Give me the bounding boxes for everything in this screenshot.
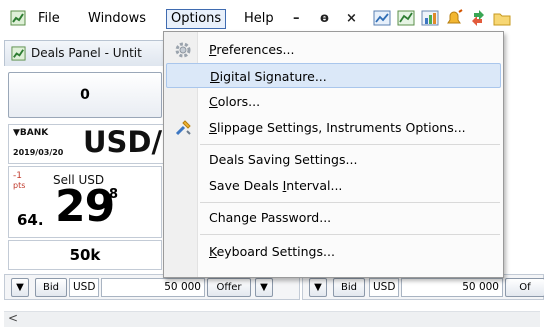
menu-windows[interactable]: Windows bbox=[84, 9, 150, 29]
menu-options[interactable]: Options bbox=[166, 9, 227, 29]
instrument-symbol: USD/ bbox=[83, 125, 163, 159]
instrument-header: ▼BANK 2019/03/20 USD/ bbox=[8, 124, 168, 164]
menu-item-keyboard-settings[interactable]: Keyboard Settings... bbox=[166, 239, 501, 264]
menu-item-label: Preferences... bbox=[209, 42, 295, 57]
deals-panel-title: Deals Panel - Untit bbox=[31, 46, 142, 60]
chart-window-icon[interactable] bbox=[372, 8, 392, 28]
menu-item-label: Deals Saving Settings... bbox=[209, 152, 358, 167]
menu-item-label: Change Password... bbox=[209, 210, 332, 225]
pts-label: pts bbox=[13, 181, 26, 190]
position-value: 0 bbox=[80, 87, 90, 103]
price-big-figure: 29 bbox=[55, 181, 115, 232]
currency-field[interactable]: USD bbox=[69, 278, 99, 297]
value-date: 2019/03/20 bbox=[13, 148, 64, 157]
menu-item-label: Digital Signature... bbox=[210, 69, 327, 84]
amount-field[interactable]: 50k bbox=[8, 240, 162, 270]
position-value-box[interactable]: 0 bbox=[8, 72, 162, 118]
menu-item-deals-saving-settings[interactable]: Deals Saving Settings... bbox=[166, 147, 501, 172]
tools-icon bbox=[175, 120, 191, 136]
scroll-left-arrow[interactable]: < bbox=[8, 311, 18, 325]
menu-item-preferences[interactable]: Preferences... bbox=[166, 37, 501, 62]
dropdown-arrow-button[interactable]: ▼ bbox=[255, 278, 273, 297]
restore-button[interactable]: ɵ bbox=[320, 9, 329, 29]
menu-item-label: Colors... bbox=[209, 94, 261, 109]
sell-quote-tile[interactable]: -1 pts Sell USD 64. 29 8 bbox=[8, 166, 162, 238]
menu-item-slippage-settings[interactable]: Slippage Settings, Instruments Options..… bbox=[166, 115, 501, 140]
alert-bell-icon[interactable] bbox=[444, 8, 464, 28]
menu-item-label: Slippage Settings, Instruments Options..… bbox=[209, 120, 466, 135]
horizontal-scrollbar[interactable]: < bbox=[0, 303, 544, 329]
deals-panel-title-tab[interactable]: Deals Panel - Untit bbox=[4, 40, 174, 66]
menu-item-save-deals-interval[interactable]: Save Deals Interval... bbox=[166, 173, 501, 198]
menu-file[interactable]: File bbox=[34, 9, 64, 29]
arrows-icon[interactable] bbox=[468, 8, 488, 28]
options-menu: Preferences... Digital Signature... Colo… bbox=[163, 31, 504, 278]
bid-button[interactable]: Bid bbox=[333, 278, 365, 297]
chart-app-icon bbox=[10, 10, 26, 26]
offer-button[interactable]: Of bbox=[505, 278, 544, 297]
menu-item-label: Keyboard Settings... bbox=[209, 244, 335, 259]
quantity-field[interactable]: 50 000 bbox=[401, 278, 503, 297]
bank-dropdown[interactable]: ▼BANK bbox=[13, 128, 48, 138]
minimize-button[interactable]: – bbox=[293, 9, 300, 29]
gear-icon bbox=[175, 42, 191, 58]
line-chart-icon[interactable] bbox=[396, 8, 416, 28]
price-integer: 64. bbox=[17, 211, 44, 229]
amount-value: 50k bbox=[69, 246, 101, 264]
pts-change-value: -1 bbox=[13, 171, 22, 181]
menu-help[interactable]: Help bbox=[240, 9, 278, 29]
menu-item-change-password[interactable]: Change Password... bbox=[166, 205, 501, 230]
price-pip: 8 bbox=[109, 187, 119, 202]
close-button[interactable]: × bbox=[346, 9, 357, 29]
quantity-field[interactable]: 50 000 bbox=[101, 278, 205, 297]
bid-button[interactable]: Bid bbox=[35, 278, 67, 297]
menu-item-label: Save Deals Interval... bbox=[209, 178, 343, 193]
menu-separator bbox=[200, 202, 500, 203]
currency-field[interactable]: USD bbox=[369, 278, 399, 297]
bar-chart-icon[interactable] bbox=[420, 8, 440, 28]
chart-app-icon bbox=[11, 46, 26, 61]
menu-item-digital-signature[interactable]: Digital Signature... bbox=[166, 63, 501, 88]
folder-icon[interactable] bbox=[492, 8, 512, 28]
menu-separator bbox=[200, 234, 500, 235]
menu-item-colors[interactable]: Colors... bbox=[166, 89, 501, 114]
offer-button[interactable]: Offer bbox=[207, 278, 251, 297]
dropdown-arrow-button[interactable]: ▼ bbox=[309, 278, 327, 297]
dropdown-arrow-button[interactable]: ▼ bbox=[11, 278, 29, 297]
scrollbar-track[interactable] bbox=[4, 311, 540, 327]
menu-separator bbox=[200, 144, 500, 145]
